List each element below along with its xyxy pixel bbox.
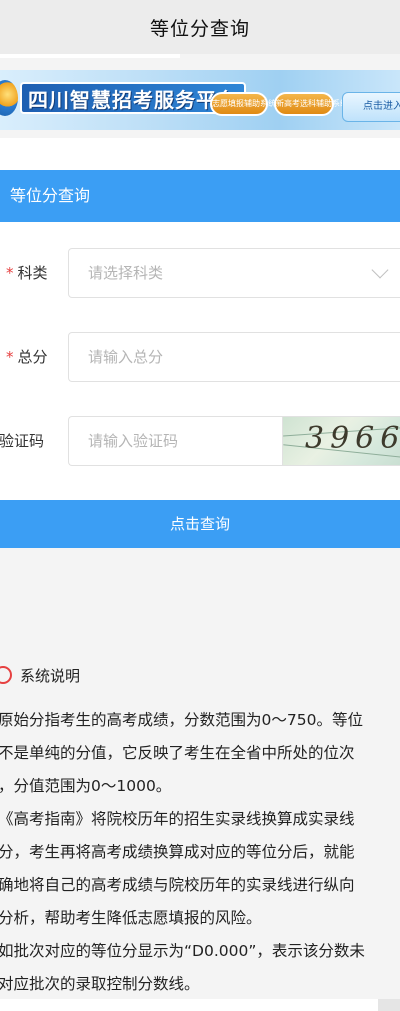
notes-line: ，分值范围为0～1000。 [0, 777, 172, 795]
platform-logo-icon [0, 80, 18, 116]
info-icon [0, 666, 12, 684]
subject-selection-system-link[interactable]: 新高考选科辅助系统 [274, 92, 348, 116]
card-spacer [0, 138, 400, 170]
section-title: 等位分查询 [10, 186, 91, 205]
bottom-strip [0, 999, 400, 1011]
system-notes: 系统说明 原始分指考生的高考成绩，分数范围为0～750。等位 不是单纯的分值，它… [0, 548, 400, 999]
notes-line: 不是单纯的分值，它反映了考生在全省中所处的位次 [0, 744, 355, 762]
captcha-image[interactable]: 3966 [282, 416, 400, 466]
subject-row: * 科类 请选择科类 [0, 248, 400, 298]
score-row: * 总分 请输入总分 [0, 332, 400, 382]
subject-select[interactable]: 请选择科类 [68, 248, 400, 298]
page-title: 等位分查询 [149, 17, 250, 40]
required-star: * [6, 264, 14, 282]
notes-line: 对应批次的录取控制分数线。 [0, 975, 200, 993]
captcha-row: 验证码 请输入验证码 3966 [0, 416, 400, 466]
notes-line: 《高考指南》将院校历年的招生实录线换算成实录线 [0, 810, 355, 828]
captcha-input[interactable]: 请输入验证码 [68, 416, 282, 466]
captcha-code: 3966 [305, 421, 400, 456]
required-star: * [6, 348, 14, 366]
notes-line: 如批次对应的等位分显示为“D0.000”，表示该分数未 [0, 942, 365, 960]
notes-line: 分，考生再将高考成绩换算成对应的等位分后，就能 [0, 843, 355, 861]
top-divider [0, 54, 180, 58]
scroll-edge [378, 999, 400, 1011]
notes-line: 分析，帮助考生降低志愿填报的风险。 [0, 909, 262, 927]
score-label: * 总分 [6, 348, 48, 366]
query-button[interactable]: 点击查询 [0, 500, 400, 548]
volunteer-system-link[interactable]: 志愿填报辅助系统 [210, 92, 276, 116]
notes-line: 原始分指考生的高考成绩，分数范围为0～750。等位 [0, 711, 363, 729]
query-form: * 科类 请选择科类 * 总分 请输入总分 验证码 请输入验证码 3966 [0, 222, 400, 500]
score-input[interactable]: 请输入总分 [68, 332, 400, 382]
platform-banner[interactable]: 四川智慧招考服务平台 志愿填报辅助系统 新高考选科辅助系统 点击进入 [0, 70, 400, 130]
notes-body: 原始分指考生的高考成绩，分数范围为0～750。等位 不是单纯的分值，它反映了考生… [0, 704, 400, 1001]
subject-label: * 科类 [6, 264, 48, 282]
notes-line: 确地将自己的高考成绩与院校历年的实录线进行纵向 [0, 876, 355, 894]
enter-button[interactable]: 点击进入 [342, 92, 400, 122]
notes-title: 系统说明 [20, 666, 81, 685]
notes-header: 系统说明 [0, 662, 80, 688]
top-bar: 等位分查询 [0, 0, 400, 54]
section-header: 等位分查询 [0, 170, 400, 222]
captcha-label: 验证码 [0, 432, 45, 450]
